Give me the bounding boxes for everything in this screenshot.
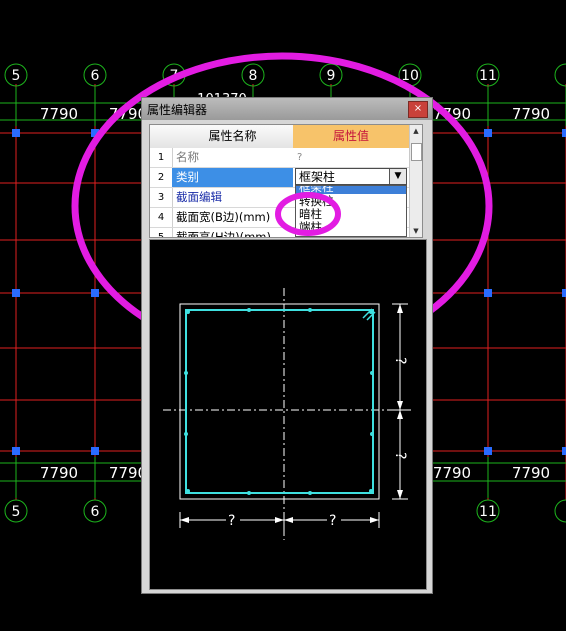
dimension-label: 7790 xyxy=(433,464,471,482)
axis-label: 9 xyxy=(327,68,336,84)
scroll-up-icon[interactable]: ▲ xyxy=(410,125,422,137)
rebar-dot xyxy=(247,491,251,495)
dim-arrow xyxy=(284,517,293,523)
row-name: 名称 xyxy=(176,150,199,164)
row-number: 3 xyxy=(150,188,173,207)
rebar-dot xyxy=(370,432,374,436)
dimension-horizontal xyxy=(179,512,380,528)
dim-arrow xyxy=(397,490,403,499)
row-number: 1 xyxy=(150,148,173,167)
header-property-value: 属性值 xyxy=(293,125,409,148)
category-select[interactable]: 框架柱 ▼ xyxy=(295,168,407,185)
column-node xyxy=(91,447,99,455)
window-title: 属性编辑器 xyxy=(147,103,208,117)
section-preview-svg: ? ? ? ? xyxy=(163,288,412,540)
rebar-dot xyxy=(308,308,312,312)
column-node xyxy=(484,289,492,297)
dimension-label: 7790 xyxy=(512,105,550,123)
row-name: 截面高(H边)(mm) xyxy=(176,230,271,238)
section-preview: ? ? ? ? xyxy=(149,239,427,590)
rebar-dot xyxy=(184,432,188,436)
dimension-label: 7790 xyxy=(40,105,78,123)
dim-arrow xyxy=(370,517,379,523)
axis-label: 11 xyxy=(479,504,497,520)
property-editor-window: 属性编辑器 × 属性名称 属性值 1 名称 ? 2 类别 3 截面编辑 4 截面… xyxy=(141,97,433,594)
axis-label: 11 xyxy=(479,68,497,84)
column-node xyxy=(12,289,20,297)
column-node xyxy=(484,447,492,455)
axis-label: 6 xyxy=(91,504,100,520)
row-number: 2 xyxy=(150,168,173,187)
rebar-dot xyxy=(308,491,312,495)
close-button[interactable]: × xyxy=(408,101,428,118)
title-bar[interactable]: 属性编辑器 × xyxy=(142,98,432,120)
dim-label-right-top: ? xyxy=(392,357,408,364)
axis-bubble xyxy=(554,499,566,523)
rebar-dot xyxy=(247,308,251,312)
scroll-down-icon[interactable]: ▼ xyxy=(410,225,422,237)
scroll-thumb[interactable] xyxy=(411,143,422,161)
axis-label: 5 xyxy=(12,68,21,84)
dim-arrow xyxy=(180,517,189,523)
chevron-down-icon[interactable]: ▼ xyxy=(389,169,406,184)
row-number: 5 xyxy=(150,228,173,237)
dimension-vertical xyxy=(392,303,408,500)
stirrup xyxy=(185,309,374,494)
category-select-value: 框架柱 xyxy=(299,170,336,184)
rebar-dots xyxy=(184,308,374,495)
row-name: 截面编辑 xyxy=(176,190,222,204)
dim-arrow xyxy=(397,410,403,419)
dropdown-option[interactable]: 框架柱 xyxy=(296,186,406,194)
category-dropdown-list: 框架柱 转换柱 暗柱 端柱 xyxy=(295,185,407,237)
axis-label: 8 xyxy=(249,68,258,84)
axis-label: 5 xyxy=(12,504,21,520)
table-row[interactable]: 1 名称 ? xyxy=(150,148,409,168)
column-node xyxy=(562,129,566,137)
row-name: 截面宽(B边)(mm) xyxy=(176,210,271,224)
dim-arrow xyxy=(397,304,403,313)
axis-label: 6 xyxy=(91,68,100,84)
dimension-label: 7790 xyxy=(40,464,78,482)
column-node xyxy=(12,447,20,455)
axis-bubbles-top: 5 6 7 8 9 10 11 xyxy=(4,63,566,87)
grid-corner xyxy=(150,125,173,148)
dim-label-bottom-left: ? xyxy=(228,513,235,529)
column-node xyxy=(12,129,20,137)
rebar-dot xyxy=(184,371,188,375)
column-node xyxy=(562,289,566,297)
dim-label-right-bottom: ? xyxy=(392,452,408,459)
dim-label-bottom-right: ? xyxy=(329,513,336,529)
dropdown-option[interactable]: 端柱 xyxy=(296,221,406,234)
header-property-name: 属性名称 xyxy=(172,125,294,148)
row-number: 4 xyxy=(150,208,173,227)
column-node xyxy=(562,447,566,455)
column-section-outline xyxy=(179,303,380,500)
rebar-dot xyxy=(369,489,373,493)
rebar-dot xyxy=(369,310,373,314)
row-name: 类别 xyxy=(172,168,293,187)
column-node xyxy=(484,129,492,137)
dim-arrow xyxy=(275,517,284,523)
column-node xyxy=(91,289,99,297)
grid-scrollbar[interactable]: ▲ ▼ xyxy=(409,125,422,237)
property-grid: 属性名称 属性值 1 名称 ? 2 类别 3 截面编辑 4 截面宽(B边)(mm… xyxy=(149,124,423,238)
rebar-dot xyxy=(186,489,190,493)
dimension-label: 7790 xyxy=(512,464,550,482)
rebar-dot xyxy=(370,371,374,375)
row-value[interactable]: ? xyxy=(297,148,407,167)
dim-arrow xyxy=(397,401,403,410)
rebar-dot xyxy=(186,310,190,314)
axis-bubble xyxy=(554,63,566,87)
